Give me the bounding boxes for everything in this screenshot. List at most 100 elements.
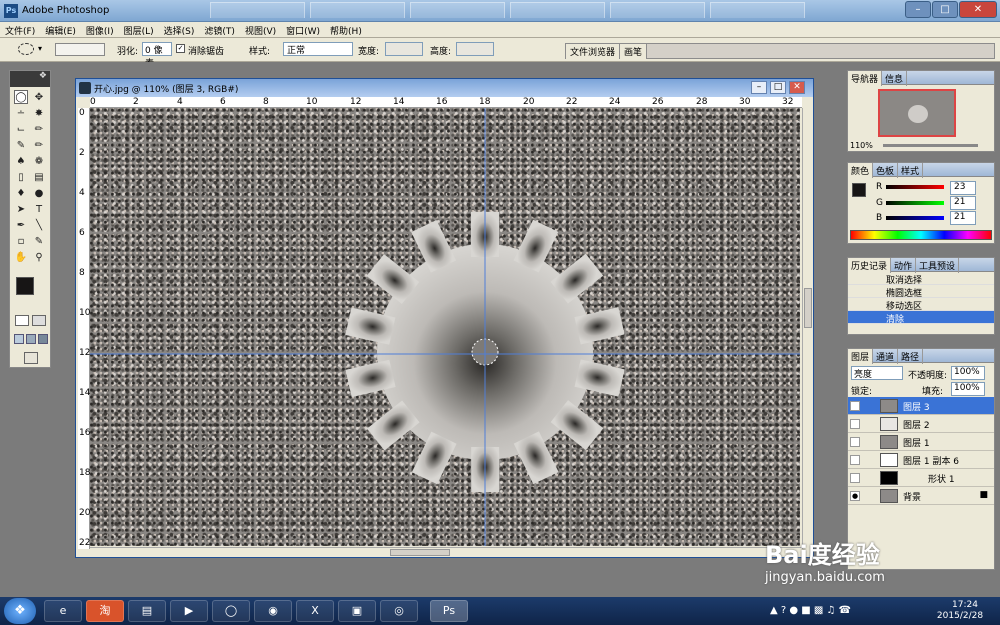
feather-input[interactable]: 0 像素 [142,42,172,69]
b-input[interactable]: 21 [950,211,976,225]
image-canvas[interactable] [90,108,800,546]
line-tool-icon[interactable]: ╲ [32,219,46,233]
clone-stamp-icon[interactable]: ♠ [14,155,28,169]
screen-mode-standard-icon[interactable] [14,334,24,344]
background-tab[interactable] [710,2,805,18]
browser-icon[interactable]: ◎ [380,600,418,622]
fill-input[interactable]: 100% [951,382,985,396]
layer-row[interactable]: 图层 2 [848,415,994,433]
tray-icons[interactable]: ▲ ? ● ■ ▩ ♫ ☎ [770,605,851,616]
history-item[interactable]: 移动选区 [848,298,994,312]
menu-file[interactable]: 文件(F) [0,22,40,39]
menu-view[interactable]: 视图(V) [240,22,281,39]
eye-icon[interactable]: ● [850,401,860,411]
r-slider[interactable] [886,185,944,189]
screen-mode-full-menu-icon[interactable] [26,334,36,344]
gradient-tool-icon[interactable]: ▤ [32,171,46,185]
doc-minimize-icon[interactable]: – [751,81,767,94]
eyedropper-icon[interactable]: ✎ [32,235,46,249]
tab-file-browser[interactable]: 文件浏览器 [566,44,621,59]
marquee-tool-icon[interactable]: ◯ [14,90,28,104]
tab-tool-presets[interactable]: 工具预设 [916,258,960,273]
hand-tool-icon[interactable]: ✋ [14,251,28,265]
width-input[interactable] [385,42,423,56]
brush-tool-icon[interactable]: ✏ [32,139,46,153]
color-fg-swatch[interactable] [852,183,866,197]
vertical-scroll-thumb[interactable] [804,288,812,328]
menu-select[interactable]: 选择(S) [159,22,200,39]
r-input[interactable]: 23 [950,181,976,195]
menu-layer[interactable]: 图层(L) [119,22,159,39]
background-tab[interactable] [410,2,505,18]
standard-mode-icon[interactable] [15,315,29,326]
tab-history[interactable]: 历史记录 [848,258,892,273]
style-select[interactable]: 正常 [283,42,353,56]
jump-to-imageready-icon[interactable] [24,352,38,364]
history-item-selected[interactable]: 清除 [848,311,994,325]
background-tab[interactable] [510,2,605,18]
crop-tool-icon[interactable]: ⌙ [14,123,28,137]
background-tab[interactable] [210,2,305,18]
tab-navigator[interactable]: 导航器 [848,71,883,86]
menu-image[interactable]: 图像(I) [81,22,119,39]
horizontal-scroll-thumb[interactable] [390,549,450,556]
window-icon[interactable]: ▣ [338,600,376,622]
menu-window[interactable]: 窗口(W) [281,22,325,39]
layer-row[interactable]: ● 背景 ■ [848,487,994,505]
horizontal-scrollbar[interactable] [90,547,802,557]
maximize-icon[interactable]: □ [932,1,958,18]
folder-icon[interactable]: ▤ [128,600,166,622]
menu-filter[interactable]: 滤镜(T) [199,22,240,39]
antialias-checkbox[interactable]: ✓ [176,44,185,53]
path-select-icon[interactable]: ➤ [14,203,28,217]
navigator-thumbnail[interactable] [878,89,956,137]
navigator-zoom[interactable]: 110% [850,141,873,150]
background-tab[interactable] [610,2,705,18]
tab-styles[interactable]: 样式 [898,163,924,178]
minimize-icon[interactable]: – [905,1,931,18]
screen-mode-full-icon[interactable] [38,334,48,344]
tab-paths[interactable]: 路径 [898,349,924,364]
history-item[interactable]: 取消选择 [848,272,994,286]
vertical-scrollbar[interactable] [802,108,813,549]
navigator-zoom-slider[interactable] [883,144,978,147]
type-tool-icon[interactable]: T [32,203,46,217]
quick-mask-icon[interactable] [32,315,46,326]
height-input[interactable] [456,42,494,56]
slice-tool-icon[interactable]: ✏ [32,123,46,137]
tab-color[interactable]: 颜色 [848,163,874,178]
layer-row[interactable]: ● 图层 3 [848,397,994,415]
tab-brushes[interactable]: 画笔 [620,44,648,59]
close-icon[interactable]: ✕ [959,1,997,18]
photoshop-taskbar-icon[interactable]: Ps [430,600,468,622]
magic-wand-tool-icon[interactable]: ✸ [32,107,46,121]
pen-tool-icon[interactable]: ✒ [14,219,28,233]
notes-tool-icon[interactable]: ▫ [14,235,28,249]
burn-tool-icon[interactable]: ● [32,187,46,201]
zoom-tool-icon[interactable]: ⚲ [32,251,46,265]
blend-mode-select[interactable]: 亮度 [851,366,903,380]
eye-icon[interactable] [850,473,860,483]
history-item[interactable]: 椭圆选框 [848,285,994,299]
tab-channels[interactable]: 通道 [873,349,899,364]
doc-maximize-icon[interactable]: □ [770,81,786,94]
g-input[interactable]: 21 [950,196,976,210]
layer-row[interactable]: 图层 1 副本 6 [848,451,994,469]
eye-icon[interactable]: ● [850,491,860,501]
layer-row[interactable]: 图层 1 [848,433,994,451]
eye-icon[interactable] [850,455,860,465]
move-tool-icon[interactable]: ✥ [32,91,46,105]
360-icon[interactable]: ◯ [212,600,250,622]
doc-close-icon[interactable]: ✕ [789,81,805,94]
tab-actions[interactable]: 动作 [891,258,917,273]
menu-edit[interactable]: 编辑(E) [40,22,81,39]
tab-layers[interactable]: 图层 [848,349,874,364]
opacity-input[interactable]: 100% [951,366,985,380]
layer-row[interactable]: 形状 1 [848,469,994,487]
color-ramp[interactable] [850,230,992,240]
menu-help[interactable]: 帮助(H) [325,22,367,39]
chrome-icon[interactable]: ◉ [254,600,292,622]
g-slider[interactable] [886,201,944,205]
foreground-color-swatch[interactable] [16,277,34,295]
eye-icon[interactable] [850,437,860,447]
